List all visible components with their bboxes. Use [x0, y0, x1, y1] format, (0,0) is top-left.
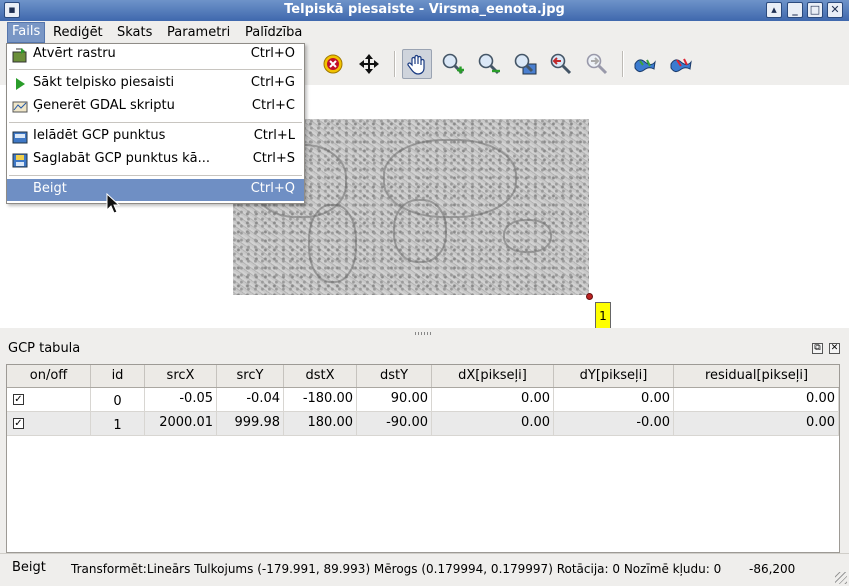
menu-separator	[9, 122, 302, 123]
splitter-grip	[415, 332, 433, 335]
zoom-last-icon	[550, 53, 572, 75]
cell-on-off: ✓	[7, 412, 91, 436]
cell-dy: -0.00	[554, 412, 674, 436]
delete-point-button[interactable]	[318, 49, 348, 79]
col-dy[interactable]: dY[pikseļi]	[554, 365, 674, 387]
cell-dx: 0.00	[432, 388, 554, 412]
continent-shape	[503, 219, 552, 253]
move-point-button[interactable]	[354, 49, 384, 79]
menu-item-load-gcp[interactable]: Ielādēt GCP punktus Ctrl+L	[7, 126, 304, 148]
col-dx[interactable]: dX[pikseļi]	[432, 365, 554, 387]
resize-grip[interactable]	[835, 572, 847, 584]
panel-splitter[interactable]	[0, 328, 849, 338]
enable-checkbox[interactable]: ✓	[13, 418, 24, 429]
col-dsty[interactable]: dstY	[357, 365, 432, 387]
zoom-layer-icon	[514, 53, 537, 75]
title-bar: ▪ Telpiskā piesaiste - Virsma_eenota.jpg…	[0, 0, 849, 22]
maximize-icon[interactable]: □	[807, 2, 823, 18]
zoom-next-icon	[586, 53, 608, 75]
delete-point-icon	[323, 54, 343, 74]
zoom-last-button[interactable]	[546, 49, 576, 79]
pan-button[interactable]	[402, 49, 432, 79]
cell-dsty[interactable]: -90.00	[357, 412, 432, 436]
zoom-to-layer-button[interactable]	[510, 49, 540, 79]
cell-residual: 0.00	[674, 388, 839, 412]
cell-id: 0	[91, 388, 145, 412]
link-qgis-button[interactable]	[666, 49, 696, 79]
status-message: Beigt	[12, 560, 46, 575]
cell-dx: 0.00	[432, 412, 554, 436]
cell-srcy[interactable]: 999.98	[217, 412, 284, 436]
col-residual[interactable]: residual[pikseļi]	[674, 365, 839, 387]
menu-skats[interactable]: Skats	[113, 24, 156, 42]
col-dstx[interactable]: dstX	[284, 365, 357, 387]
menu-palidziba[interactable]: Palīdzība	[241, 24, 306, 42]
mouse-cursor-icon	[106, 193, 120, 214]
col-srcx[interactable]: srcX	[145, 365, 217, 387]
close-panel-icon[interactable]: ✕	[829, 343, 840, 354]
zoom-in-icon	[442, 53, 464, 75]
menu-item-generate-gdal[interactable]: Ģenerēt GDAL skriptu Ctrl+C	[7, 96, 304, 118]
cell-srcy[interactable]: -0.04	[217, 388, 284, 412]
close-icon[interactable]: ✕	[827, 2, 843, 18]
gdal-icon	[12, 101, 28, 113]
move-arrows-icon	[359, 54, 379, 74]
save-gcp-icon	[12, 153, 28, 168]
menu-item-save-gcp[interactable]: Saglabāt GCP punktus kā... Ctrl+S	[7, 149, 304, 171]
zoom-next-button[interactable]	[582, 49, 612, 79]
menu-parametri[interactable]: Parametri	[163, 24, 234, 42]
link-georef-icon	[634, 59, 656, 73]
cell-dstx[interactable]: 180.00	[284, 412, 357, 436]
menu-item-open-raster[interactable]: Atvērt rastru Ctrl+O	[7, 44, 304, 66]
link-georef-button[interactable]	[630, 49, 660, 79]
menu-item-quit[interactable]: Beigt Ctrl+Q	[7, 179, 304, 201]
link-qgis-icon	[670, 58, 692, 73]
zoom-in-button[interactable]	[438, 49, 468, 79]
col-id[interactable]: id	[91, 365, 145, 387]
enable-checkbox[interactable]: ✓	[13, 394, 24, 405]
shade-icon[interactable]: ▴	[766, 2, 782, 18]
gcp-point-label: 1	[595, 302, 611, 330]
continent-shape	[308, 204, 357, 283]
col-srcy[interactable]: srcY	[217, 365, 284, 387]
col-on-off[interactable]: on/off	[7, 365, 91, 387]
cell-dstx[interactable]: -180.00	[284, 388, 357, 412]
gcp-panel-title: GCP tabula	[8, 341, 81, 356]
zoom-out-icon	[478, 53, 500, 75]
play-icon	[16, 78, 25, 90]
status-coordinates: -86,200	[749, 562, 796, 576]
table-header: on/off id srcX srcY dstX dstY dX[pikseļi…	[7, 365, 839, 388]
zoom-out-button[interactable]	[474, 49, 504, 79]
hand-icon	[407, 54, 425, 75]
file-menu-dropdown: Atvērt rastru Ctrl+O Sākt telpisko piesa…	[6, 43, 305, 204]
status-transform-info: Transformēt:Lineārs Tulkojums (-179.991,…	[71, 562, 722, 576]
open-raster-icon	[12, 48, 27, 63]
gcp-table[interactable]: on/off id srcX srcY dstX dstY dX[pikseļi…	[6, 364, 840, 553]
cell-srcx[interactable]: -0.05	[145, 388, 217, 412]
cell-on-off: ✓	[7, 388, 91, 412]
float-panel-icon[interactable]: ⧉	[812, 343, 823, 354]
menu-bar: Fails Rediģēt Skats Parametri Palīdzība	[0, 21, 849, 43]
menu-separator	[9, 175, 302, 176]
menu-item-start-georef[interactable]: Sākt telpisko piesaisti Ctrl+G	[7, 73, 304, 95]
continent-shape	[393, 199, 447, 263]
table-row[interactable]: ✓ 0 -0.05 -0.04 -180.00 90.00 0.00 0.00 …	[7, 388, 839, 412]
cell-id: 1	[91, 412, 145, 436]
window-title: Telpiskā piesaiste - Virsma_eenota.jpg	[284, 2, 565, 17]
menu-rediget[interactable]: Rediģēt	[49, 24, 107, 42]
toolbar-separator	[622, 51, 624, 77]
cell-dsty[interactable]: 90.00	[357, 388, 432, 412]
menu-separator	[9, 69, 302, 70]
minimize-icon[interactable]: _	[787, 2, 803, 18]
gcp-point-marker[interactable]	[586, 293, 593, 300]
toolbar-separator	[394, 51, 396, 77]
status-bar: Beigt Transformēt:Lineārs Tulkojums (-17…	[0, 553, 849, 586]
cell-srcx[interactable]: 2000.01	[145, 412, 217, 436]
cell-residual: 0.00	[674, 412, 839, 436]
table-row[interactable]: ✓ 1 2000.01 999.98 180.00 -90.00 0.00 -0…	[7, 412, 839, 436]
load-gcp-icon	[12, 131, 28, 144]
cell-dy: 0.00	[554, 388, 674, 412]
menu-fails[interactable]: Fails	[7, 22, 46, 43]
